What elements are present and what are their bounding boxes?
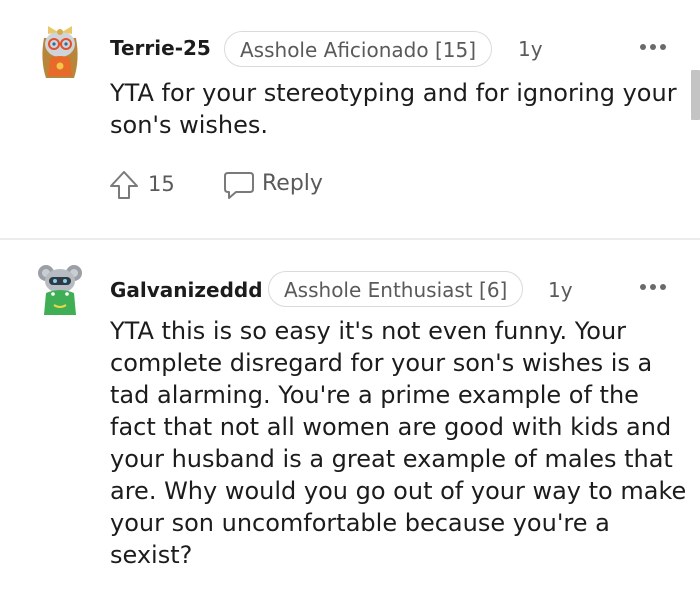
- comment-body: YTA this is so easy it's not even funny.…: [110, 317, 687, 569]
- comment-2: Galvanizeddd Asshole Enthusiast [6] 1y Y…: [0, 240, 700, 598]
- more-options-icon[interactable]: [640, 284, 666, 292]
- user-avatar-icon[interactable]: [34, 20, 86, 82]
- comment-body: YTA for your stereotyping and for ignori…: [110, 79, 677, 139]
- user-flair-badge: Asshole Enthusiast [6]: [268, 271, 524, 307]
- more-options-icon[interactable]: [640, 44, 666, 52]
- comment-age: 1y: [518, 37, 543, 61]
- comment-age: 1y: [548, 278, 573, 302]
- user-flair-badge: Asshole Aficionado [15]: [224, 31, 492, 67]
- upvote-arrow-icon: [110, 171, 138, 199]
- vote-count: 15: [148, 172, 175, 196]
- comment-1: Terrie-25 Asshole Aficionado [15] 1y YTA…: [0, 0, 700, 238]
- comment-username[interactable]: Terrie-25: [110, 36, 211, 60]
- user-avatar-icon[interactable]: [34, 259, 86, 321]
- reply-label: Reply: [262, 171, 323, 196]
- scrollbar-thumb[interactable]: [691, 70, 700, 120]
- speech-bubble-icon: [224, 172, 254, 199]
- comment-username[interactable]: Galvanizeddd: [110, 278, 263, 302]
